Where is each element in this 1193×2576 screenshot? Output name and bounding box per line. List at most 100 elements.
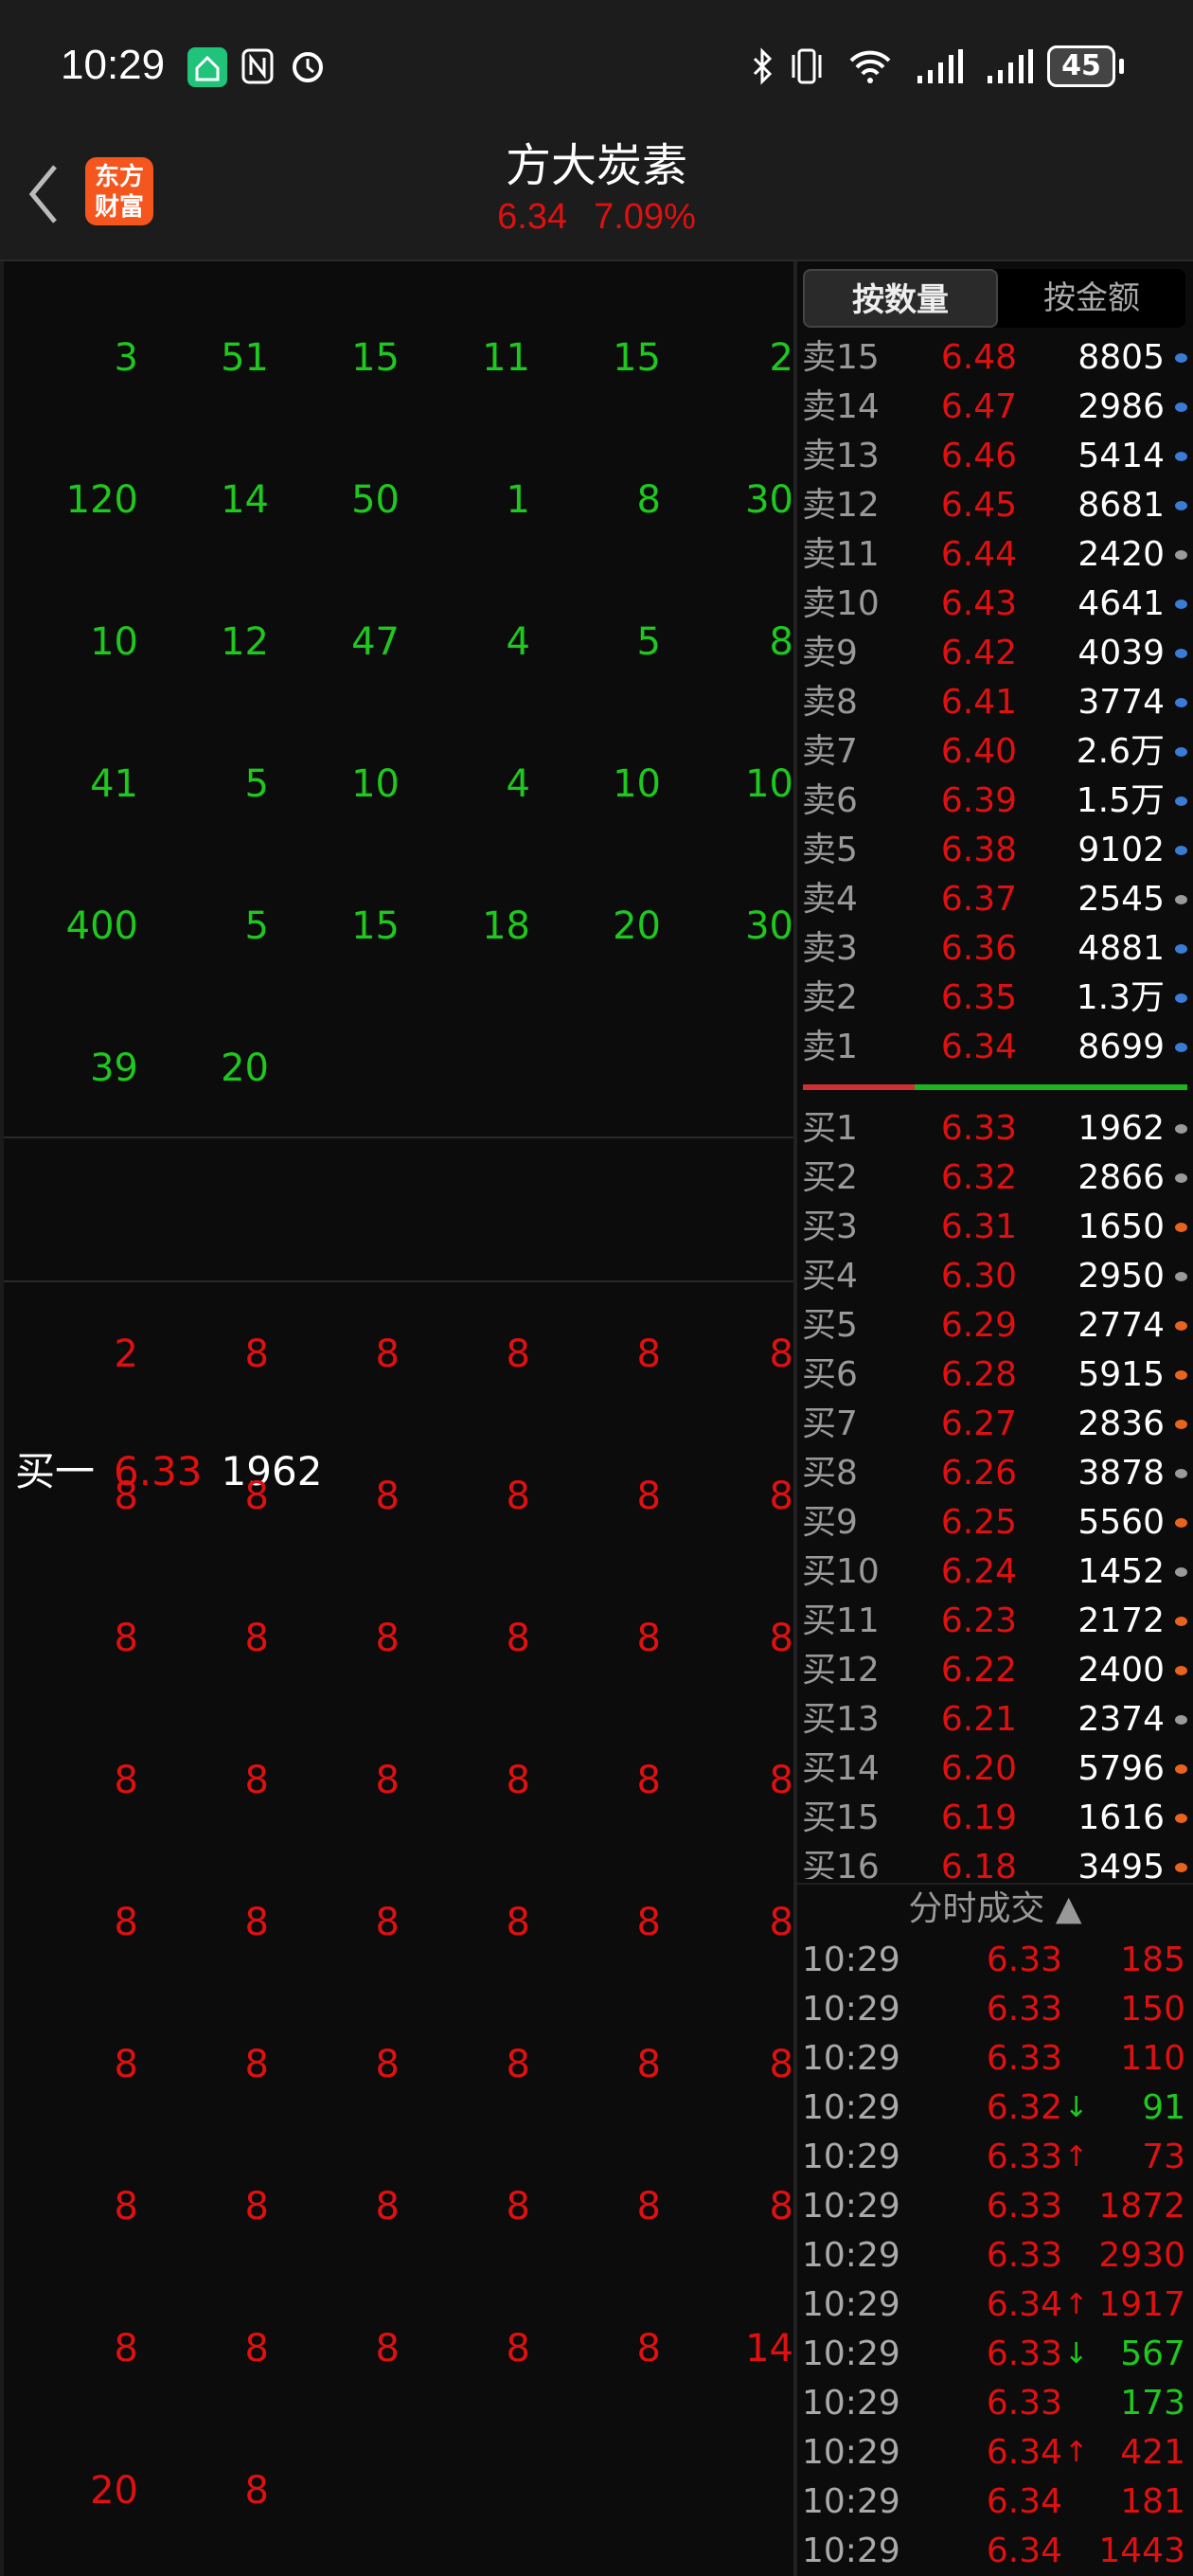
status-dot-icon [1175,353,1187,363]
queue-cell: 8 [114,2327,138,2370]
level-quantity: 2986 [1077,387,1165,426]
order-book-row[interactable]: 买16 6.18 3495 [797,1843,1193,1879]
queue-cell: 8 [636,2043,661,2086]
trade-row: 10:29 6.34 1443 [797,2527,1193,2576]
level-quantity: 2774 [1077,1306,1165,1345]
level-quantity: 2866 [1077,1158,1165,1197]
queue-cell: 8 [375,2185,400,2228]
queue-cell: 20 [90,2469,138,2513]
order-book-row[interactable]: 卖12 6.45 8681 [797,481,1193,530]
bluetooth-icon [748,47,776,85]
order-book-row[interactable]: 买2 6.32 2866 [797,1154,1193,1203]
level-quantity: 5796 [1077,1749,1165,1788]
trade-row: 10:29 6.33 ↓ 567 [797,2330,1193,2379]
trade-price: 6.33 [986,1941,1062,1979]
tab-by-amount[interactable]: 按金额 [998,269,1185,328]
order-book-row[interactable]: 卖15 6.48 8805 [797,333,1193,383]
order-book-row[interactable]: 卖11 6.44 2420 [797,530,1193,580]
tick-trades-header[interactable]: 分时成交 ▲ [797,1883,1193,1932]
queue-cell: 8 [375,2043,400,2086]
level-price: 6.44 [940,535,1017,574]
queue-cell: 20 [613,904,661,948]
queue-cell: 400 [65,904,138,948]
order-book-row[interactable]: 买4 6.30 2950 [797,1252,1193,1301]
order-book-row[interactable]: 买12 6.22 2400 [797,1646,1193,1695]
trade-quantity: 421 [1120,2433,1185,2472]
order-book-row[interactable]: 卖2 6.35 1.3万 [797,974,1193,1023]
level-price: 6.46 [940,437,1017,475]
level-price: 6.38 [940,831,1017,869]
level-quantity: 3495 [1077,1848,1165,1879]
queue-cell: 18 [482,904,530,948]
queue-cell: 8 [114,1759,138,1802]
level-price: 6.23 [940,1601,1017,1640]
change-percent: 7.09% [594,197,696,237]
trade-price: 6.33 [986,2138,1062,2176]
vibrate-icon [786,47,828,85]
order-book-row[interactable]: 买6 6.28 5915 [797,1351,1193,1400]
order-book-row[interactable]: 买8 6.26 3878 [797,1449,1193,1498]
queue-cell: 8 [506,1759,530,1802]
order-book-row[interactable]: 买1 6.33 1962 [797,1104,1193,1154]
level-price: 6.20 [940,1749,1017,1788]
queue-cell: 1 [506,478,530,522]
level-quantity: 2950 [1077,1257,1165,1296]
battery-tip [1119,59,1124,74]
trade-price: 6.33 [986,2236,1062,2275]
queue-cell: 120 [65,478,138,522]
trade-quantity: 73 [1142,2138,1185,2176]
status-dot-icon [1175,1518,1187,1528]
queue-cell: 41 [90,762,138,806]
order-book-row[interactable]: 卖5 6.38 9102 [797,826,1193,875]
queue-panel: 3 51 15 11 15 2 120 14 50 1 8 30 10 12 47 4 5 8 41 5 10 4 10 10… [0,261,797,2576]
queue-cell: 8 [244,1475,269,1518]
order-book-row[interactable]: 买11 6.23 2172 [797,1597,1193,1646]
order-book-row[interactable]: 买14 6.20 5796 [797,1744,1193,1794]
order-book-row[interactable]: 卖10 6.43 4641 [797,580,1193,629]
queue-cell: 8 [636,2327,661,2370]
order-book-row[interactable]: 卖8 6.41 3774 [797,678,1193,727]
bid-ask-ratio-bar [803,1084,1187,1090]
trade-time: 10:29 [802,1990,900,2029]
bid-list[interactable]: 买1 6.33 1962 买2 6.32 2866 买3 6.31 1650 买4 6.30 2950… [797,1104,1193,1879]
wifi-icon [846,47,894,85]
level-quantity: 5560 [1077,1503,1165,1542]
queue-cell: 8 [506,2185,530,2228]
trade-price: 6.34 [986,2531,1062,2570]
trade-price: 6.33 [986,2384,1062,2423]
queue-cell: 8 [769,1901,793,1944]
price-summary: 6.34 7.09% [0,197,1193,238]
battery-icon: 45 [1047,45,1115,87]
level-label: 卖15 [802,338,880,377]
tab-by-quantity[interactable]: 按数量 [803,269,998,328]
order-book-row[interactable]: 买7 6.27 2836 [797,1400,1193,1449]
order-book-row[interactable]: 卖1 6.34 8699 [797,1023,1193,1072]
ratio-red-fill [803,1084,915,1090]
order-book-row[interactable]: 卖13 6.46 5414 [797,432,1193,481]
arrow-down-icon: ↓ [1064,2337,1089,2370]
trade-quantity: 173 [1120,2384,1185,2423]
order-book-row[interactable]: 买10 6.24 1452 [797,1547,1193,1597]
order-book-row[interactable]: 买13 6.21 2374 [797,1695,1193,1744]
level-quantity: 1650 [1077,1208,1165,1246]
order-book-row[interactable]: 卖14 6.47 2986 [797,383,1193,432]
alarm-icon [288,47,328,85]
order-book-row[interactable]: 卖4 6.37 2545 [797,875,1193,924]
order-book-row[interactable]: 卖9 6.42 4039 [797,629,1193,678]
order-book-row[interactable]: 买5 6.29 2774 [797,1301,1193,1351]
status-dot-icon [1175,1469,1187,1478]
order-book-row[interactable]: 买15 6.19 1616 [797,1794,1193,1843]
trade-time: 10:29 [802,2334,900,2373]
trade-quantity: 1872 [1098,2187,1185,2226]
arrow-up-icon: ↑ [1064,2436,1089,2469]
order-book-row[interactable]: 卖3 6.36 4881 [797,924,1193,974]
queue-cell: 8 [375,2327,400,2370]
trade-row: 10:29 6.33 ↑ 73 [797,2133,1193,2182]
order-book-row[interactable]: 买3 6.31 1650 [797,1203,1193,1252]
level-quantity: 4039 [1077,634,1165,672]
status-dot-icon [1175,1863,1187,1872]
queue-cell: 8 [244,2043,269,2086]
order-book-row[interactable]: 卖6 6.39 1.5万 [797,777,1193,826]
order-book-row[interactable]: 买9 6.25 5560 [797,1498,1193,1547]
order-book-row[interactable]: 卖7 6.40 2.6万 [797,727,1193,777]
